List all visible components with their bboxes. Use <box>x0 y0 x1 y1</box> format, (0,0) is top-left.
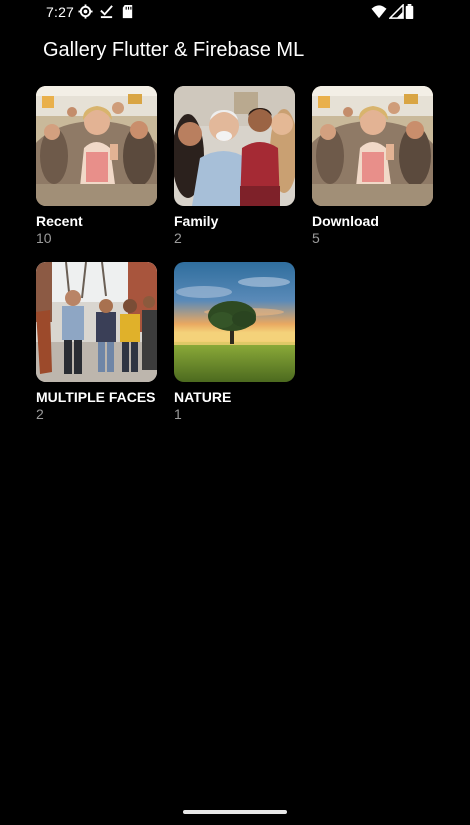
crowd-festival-photo <box>36 86 157 206</box>
album-count: 5 <box>312 230 320 246</box>
album-name: Download <box>312 213 379 229</box>
crowd-festival-photo <box>312 86 433 206</box>
album-name: Family <box>174 213 219 229</box>
download-done-icon <box>99 4 114 19</box>
status-bar: 7:27 <box>0 0 470 26</box>
album-thumbnail <box>36 262 157 382</box>
family-portrait-photo <box>174 86 295 206</box>
album-count: 2 <box>174 230 182 246</box>
album-thumbnail <box>36 86 157 206</box>
album-count: 10 <box>36 230 52 246</box>
album-name: Recent <box>36 213 83 229</box>
album-count: 2 <box>36 406 44 422</box>
wifi-icon <box>371 4 387 19</box>
album-name: MULTIPLE FACES <box>36 389 156 405</box>
app-title: Gallery Flutter & Firebase ML <box>43 39 305 61</box>
status-time: 7:27 <box>46 4 75 20</box>
album-thumbnail <box>174 262 295 382</box>
home-indicator[interactable] <box>183 810 287 814</box>
tree-sunset-field-photo <box>174 262 295 382</box>
album-count: 1 <box>174 406 182 422</box>
album-thumbnail <box>312 86 433 206</box>
settings-gear-icon <box>78 4 93 19</box>
friends-walking-street-photo <box>36 262 157 382</box>
cell-signal-icon <box>389 4 404 19</box>
album-thumbnail <box>174 86 295 206</box>
sd-card-icon <box>120 4 135 19</box>
album-name: NATURE <box>174 389 232 405</box>
battery-icon <box>404 4 415 19</box>
gallery-screen: 7:27 Gallery Flutter & Firebase ML Recen… <box>0 0 470 825</box>
